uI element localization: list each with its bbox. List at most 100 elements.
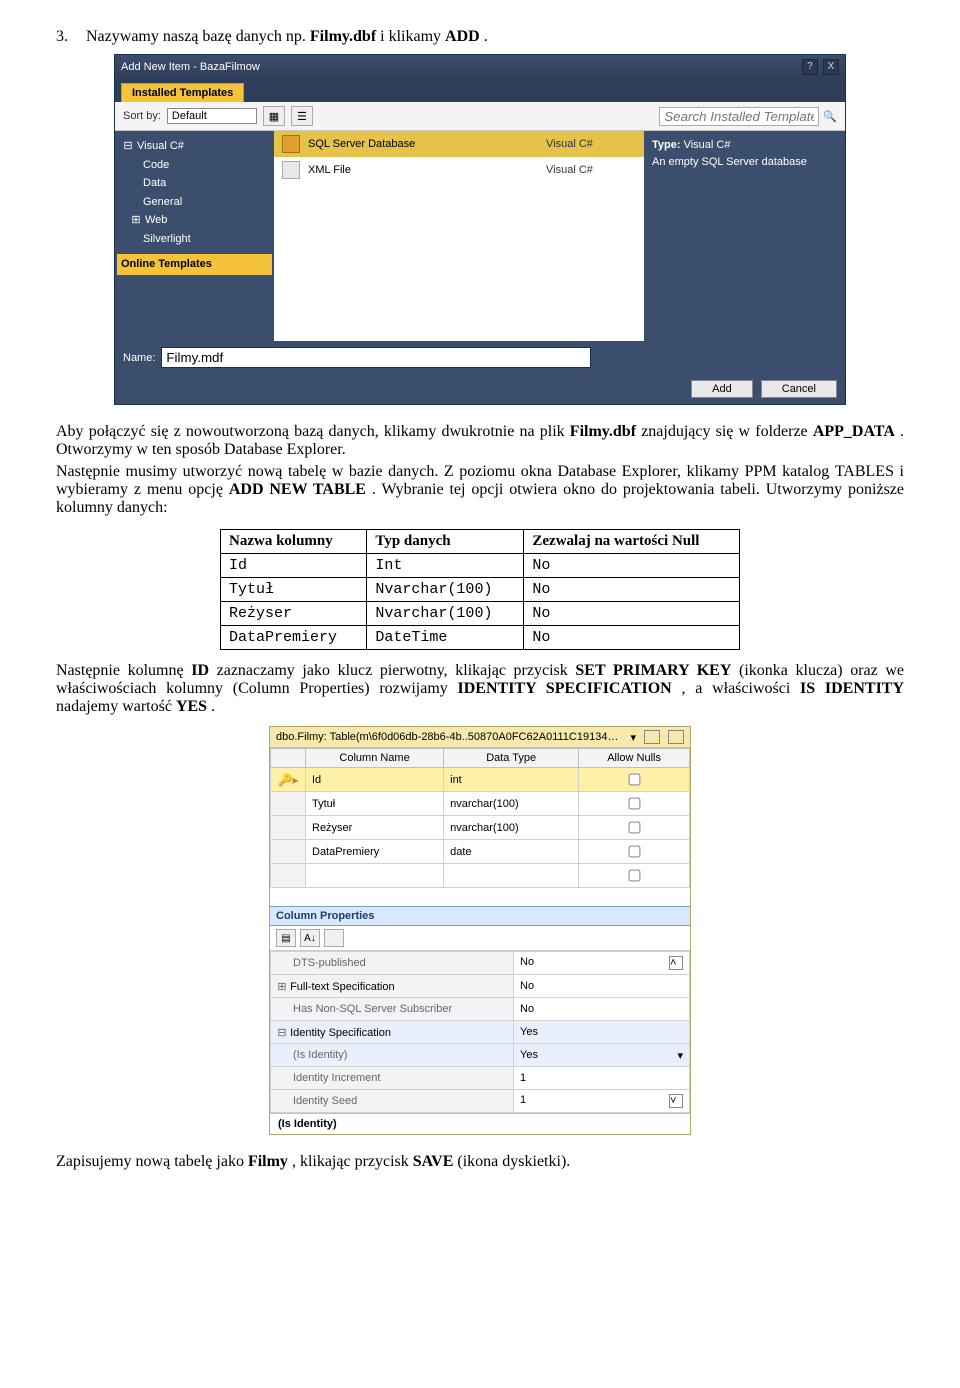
view-list-icon[interactable]: ☰ (291, 106, 313, 126)
chevron-down-icon[interactable]: ▾ (677, 1049, 683, 1062)
search-input[interactable] (659, 107, 819, 126)
name-input[interactable] (161, 347, 591, 368)
col-name[interactable] (306, 864, 444, 888)
props-btn[interactable] (324, 929, 344, 947)
col-type[interactable] (444, 864, 579, 888)
window-button[interactable] (644, 730, 660, 744)
dialog-name-row: Name: (115, 341, 845, 374)
allow-nulls-checkbox[interactable] (579, 768, 690, 792)
para-bold: SET PRIMARY KEY (575, 662, 731, 679)
tab-installed-templates[interactable]: Installed Templates (121, 83, 244, 102)
prop-row[interactable]: Has Non-SQL Server Subscriber No (271, 998, 690, 1021)
row-selector[interactable] (271, 792, 306, 816)
tree-code[interactable]: Code (117, 156, 272, 175)
add-button[interactable]: Add (691, 380, 753, 398)
allow-nulls-checkbox[interactable] (579, 816, 690, 840)
designer-row[interactable]: Reżyser nvarchar(100) (271, 816, 690, 840)
dialog-tabstrip: Installed Templates (115, 79, 845, 102)
table-row: DataPremiery DateTime No (221, 626, 740, 650)
prop-row[interactable]: DTS-published No˄ (271, 952, 690, 975)
tree-data[interactable]: Data (117, 174, 272, 193)
props-summary: (Is Identity) (270, 1113, 690, 1134)
para-text: Zapisujemy nową tabelę jako (56, 1153, 248, 1170)
prop-value[interactable]: 1˅ (514, 1090, 690, 1113)
allow-nulls-checkbox[interactable] (579, 840, 690, 864)
scroll-up-icon[interactable]: ˄ (669, 956, 683, 970)
sortby-select[interactable]: Default (167, 108, 257, 124)
prop-value[interactable]: No (514, 998, 690, 1021)
tree-visual-csharp[interactable]: ⊟ Visual C# (117, 137, 272, 156)
tree-online-templates[interactable]: Online Templates (117, 254, 272, 275)
designer-row-empty[interactable] (271, 864, 690, 888)
cancel-button[interactable]: Cancel (761, 380, 837, 398)
col-name[interactable]: Reżyser (306, 816, 444, 840)
prop-row[interactable]: Identity Seed 1˅ (271, 1090, 690, 1113)
column-properties-title: Column Properties (270, 906, 690, 926)
props-grid[interactable]: DTS-published No˄ ⊞ Full-text Specificat… (270, 951, 690, 1113)
para-bold: ADD NEW TABLE (229, 481, 366, 498)
close-icon[interactable]: X (823, 59, 839, 75)
col-type-header: Data Type (444, 749, 579, 768)
allow-nulls-checkbox[interactable] (579, 864, 690, 888)
cell: Tytuł (221, 578, 367, 602)
tree-item-label: Web (145, 212, 167, 229)
prop-row[interactable]: ⊞ Full-text Specification No (271, 975, 690, 998)
prop-value[interactable]: No˄ (514, 952, 690, 975)
prop-key: Has Non-SQL Server Subscriber (271, 998, 514, 1021)
row-selector[interactable] (271, 840, 306, 864)
para-text: nadajemy wartość (56, 698, 176, 715)
designer-tab[interactable]: dbo.Filmy: Table(m\6f0d06db-28b6-4b..508… (270, 727, 690, 748)
para-bold: Filmy.dbf (570, 423, 636, 440)
template-tree[interactable]: ⊟ Visual C# Code Data General ⊞ Web Silv… (115, 131, 274, 341)
dialog-title: Add New Item - BazaFilmow (121, 61, 260, 73)
para-bold: IDENTITY SPECIFICATION (458, 680, 672, 697)
col-type[interactable]: int (444, 768, 579, 792)
prop-value[interactable]: Yes ▾ (514, 1044, 690, 1067)
col-name[interactable]: DataPremiery (306, 840, 444, 864)
row-selector[interactable] (271, 816, 306, 840)
search-icon[interactable]: 🔍 (823, 110, 837, 123)
tree-general[interactable]: General (117, 193, 272, 212)
prop-value[interactable]: No (514, 975, 690, 998)
window-close-icon[interactable] (668, 730, 684, 744)
template-list[interactable]: SQL Server Database Visual C# XML File V… (274, 131, 644, 341)
allow-nulls-checkbox[interactable] (579, 792, 690, 816)
prop-row[interactable]: Identity Increment 1 (271, 1067, 690, 1090)
step-number: 3. (56, 28, 82, 46)
chevron-down-icon[interactable]: ▾ (630, 731, 636, 744)
template-sql-database[interactable]: SQL Server Database Visual C# (274, 131, 644, 157)
view-small-icon[interactable]: ▦ (263, 106, 285, 126)
designer-row[interactable]: 🔑▸ Id int (271, 768, 690, 792)
cell: Id (221, 554, 367, 578)
cell: No (524, 554, 740, 578)
prop-value[interactable]: Yes (514, 1021, 690, 1044)
expander-icon[interactable]: ⊟ (277, 1026, 287, 1039)
expander-icon[interactable]: ⊞ (131, 212, 141, 229)
col-type[interactable]: nvarchar(100) (444, 816, 579, 840)
prop-value[interactable]: 1 (514, 1067, 690, 1090)
prop-row[interactable]: ⊟ Identity Specification Yes (271, 1021, 690, 1044)
tree-silverlight[interactable]: Silverlight (117, 230, 272, 249)
designer-row[interactable]: DataPremiery date (271, 840, 690, 864)
cell: Nvarchar(100) (367, 602, 524, 626)
col-type[interactable]: nvarchar(100) (444, 792, 579, 816)
categorize-icon[interactable]: ▤ (276, 929, 296, 947)
expander-icon[interactable]: ⊞ (277, 980, 287, 993)
para-text: zaznaczamy jako klucz pierwotny, klikają… (217, 662, 576, 679)
alphabetize-icon[interactable]: A↓ (300, 929, 320, 947)
help-icon[interactable]: ? (802, 59, 818, 75)
step-bold-2: ADD (445, 28, 480, 45)
prop-row[interactable]: (Is Identity) Yes ▾ (271, 1044, 690, 1067)
tree-web[interactable]: ⊞ Web (117, 211, 272, 230)
col-name[interactable]: Tytuł (306, 792, 444, 816)
template-xml-file[interactable]: XML File Visual C# (274, 157, 644, 183)
col-type[interactable]: date (444, 840, 579, 864)
prop-key: DTS-published (271, 952, 514, 975)
designer-grid[interactable]: Column Name Data Type Allow Nulls 🔑▸ Id … (270, 748, 690, 888)
row-selector[interactable] (271, 864, 306, 888)
template-name: SQL Server Database (308, 138, 538, 150)
col-name[interactable]: Id (306, 768, 444, 792)
scroll-down-icon[interactable]: ˅ (669, 1094, 683, 1108)
designer-row[interactable]: Tytuł nvarchar(100) (271, 792, 690, 816)
expander-icon[interactable]: ⊟ (123, 138, 133, 155)
